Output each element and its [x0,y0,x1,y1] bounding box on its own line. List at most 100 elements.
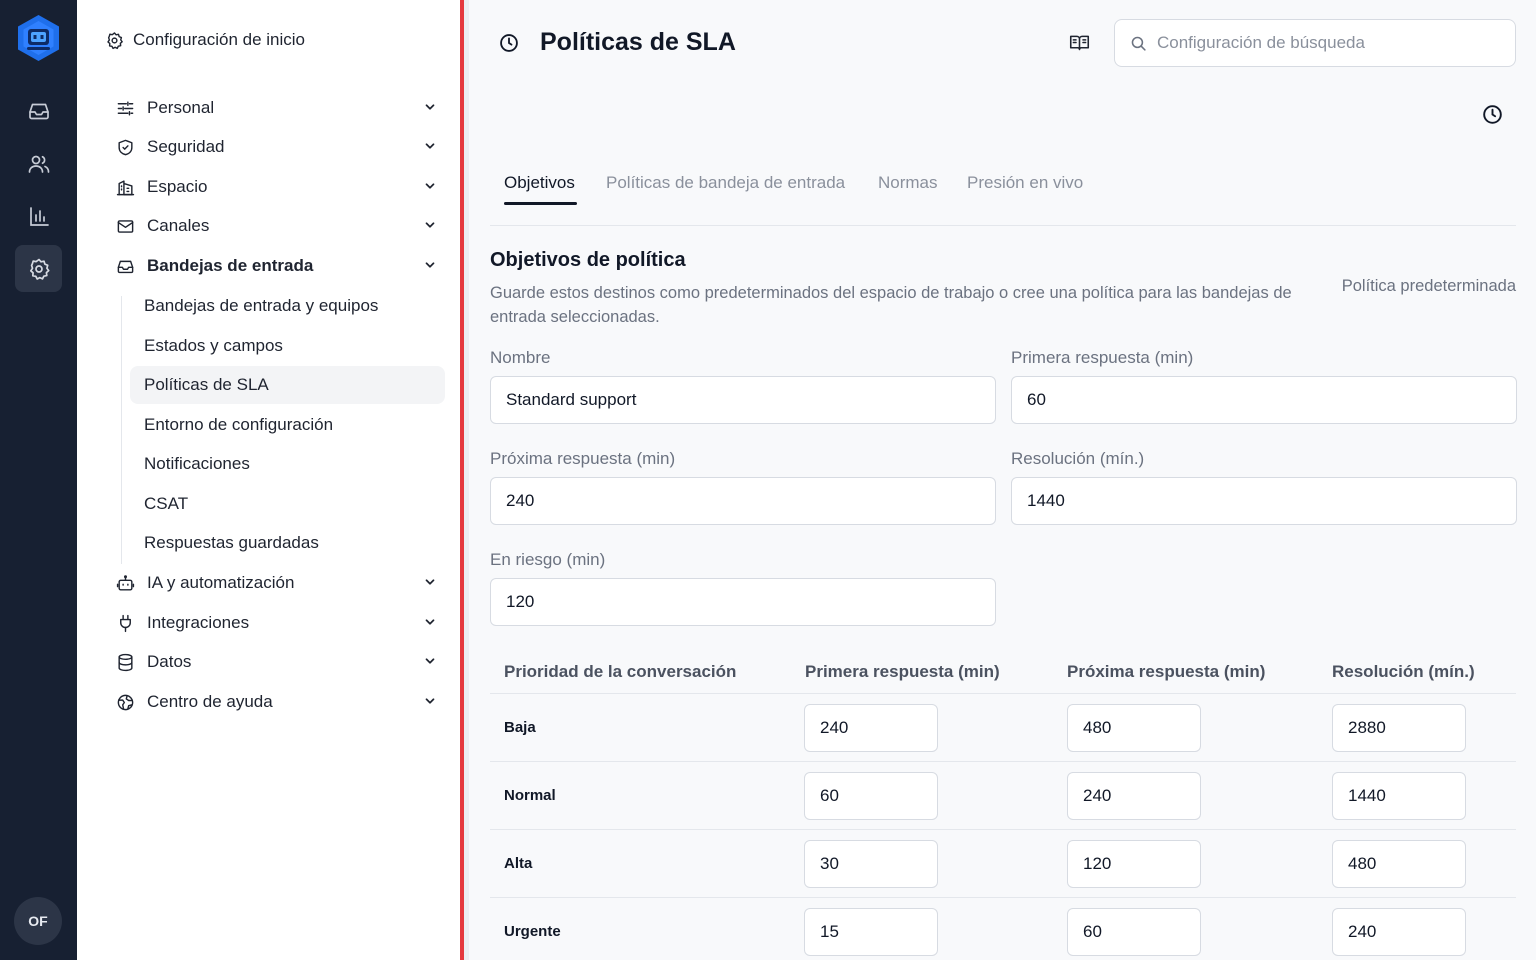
first-response-cell[interactable] [804,908,938,956]
resolution-cell[interactable] [1332,840,1466,888]
chevron-down-icon [425,183,435,189]
tab-rules[interactable]: Normas [878,173,938,193]
next-response-label: Próxima respuesta (min) [490,449,676,468]
sidebar-item-security[interactable]: Seguridad [115,130,437,164]
chevron-down-icon [425,104,435,110]
settings-sidebar: Configuración de inicio Personal Segurid… [77,0,460,960]
sidebar-item-label: Integraciones [147,613,250,632]
sidebar-item-help-center[interactable]: Centro de ayuda [115,685,437,719]
sidebar-item-integrations[interactable]: Integraciones [115,606,437,640]
sidebar-item-inboxes[interactable]: Bandejas de entrada [115,249,437,283]
first-response-field[interactable] [1011,376,1517,424]
next-response-cell[interactable] [1067,840,1201,888]
next-response-field[interactable] [490,477,996,525]
policy-name-field[interactable] [490,376,996,424]
table-header: Prioridad de la conversación Primera res… [490,648,1516,694]
sidebar-subitem-config-environment[interactable]: Entorno de configuración [130,406,445,444]
settings-home-label: Configuración de inicio [133,30,305,49]
tab-objectives[interactable]: Objetivos [504,173,575,193]
history-icon[interactable] [1482,104,1503,125]
column-header-resolution: Resolución (mín.) [1332,662,1475,681]
mail-icon [115,216,135,236]
rail-contacts-button[interactable] [15,140,62,187]
table-row: Alta [490,830,1516,898]
at-risk-label: En riesgo (min) [490,550,606,569]
submenu-guide-line [121,296,122,564]
chevron-down-icon [425,143,435,149]
resolution-cell[interactable] [1332,772,1466,820]
resolution-field[interactable] [1011,477,1517,525]
sidebar-subitem-notifications[interactable]: Notificaciones [130,445,445,483]
priority-label: Baja [504,719,536,736]
docs-book-icon[interactable] [1069,32,1090,53]
plug-icon [115,613,135,633]
user-avatar[interactable]: OF [14,897,62,945]
table-row: Baja [490,694,1516,762]
sidebar-subitem-inboxes-teams[interactable]: Bandejas de entrada y equipos [130,287,445,325]
sidebar-item-label: Personal [147,98,215,117]
next-response-cell[interactable] [1067,908,1201,956]
priority-label: Normal [504,787,556,804]
rail-reports-button[interactable] [15,193,62,240]
column-header-first-response: Primera respuesta (min) [805,662,1000,681]
chevron-down-icon [425,222,435,228]
sidebar-item-personal[interactable]: Personal [115,91,437,125]
next-response-cell[interactable] [1067,772,1201,820]
table-row: Urgente [490,898,1516,960]
at-risk-field[interactable] [490,578,996,626]
default-policy-link[interactable]: Política predeterminada [1342,277,1516,296]
shield-icon [115,137,135,157]
sidebar-item-ai-automation[interactable]: IA y automatización [115,566,437,600]
globe-icon [115,692,135,712]
sidebar-item-label: Canales [147,216,210,235]
next-response-cell[interactable] [1067,704,1201,752]
database-icon [115,652,135,672]
sidebar-item-channels[interactable]: Canales [115,209,437,243]
main-content: Políticas de SLA Objetivos Políticas de … [469,0,1536,960]
chevron-down-icon [425,698,435,704]
sidebar-item-label: Seguridad [147,137,225,156]
active-tab-indicator [504,202,577,205]
app-logo[interactable] [16,14,61,62]
tab-inbox-policies[interactable]: Políticas de bandeja de entrada [606,173,845,193]
sidebar-item-label: IA y automatización [147,573,295,592]
chevron-down-icon [425,579,435,585]
chevron-down-icon [425,619,435,625]
rail-inbox-button[interactable] [15,87,62,134]
first-response-cell[interactable] [804,840,938,888]
users-icon [28,155,49,173]
search-input[interactable] [1157,33,1497,53]
robot-icon [115,573,135,593]
sidebar-subitem-csat[interactable]: CSAT [130,485,445,523]
priority-label: Alta [504,855,533,872]
sidebar-subitem-saved-replies[interactable]: Respuestas guardadas [130,524,445,562]
search-icon [1131,36,1146,51]
sidebar-item-label: Centro de ayuda [147,692,273,711]
sidebar-item-label: Bandejas de entrada [147,256,314,275]
sidebar-item-data[interactable]: Datos [115,645,437,679]
sla-tabs: Objetivos Políticas de bandeja de entrad… [490,168,1516,226]
chevron-down-icon [425,262,435,268]
settings-icon [29,258,50,280]
inbox-icon [28,103,49,119]
settings-search[interactable] [1114,19,1516,67]
sidebar-item-workspace[interactable]: Espacio [115,170,437,204]
page-title: Políticas de SLA [540,28,736,56]
sidebar-item-label: Espacio [147,177,208,196]
first-response-cell[interactable] [804,704,938,752]
table-row: Normal [490,762,1516,830]
priority-label: Urgente [504,923,561,940]
sidebar-item-label: Datos [147,652,192,671]
sidebar-subitem-sla-policies[interactable]: Políticas de SLA [130,366,445,404]
resolution-cell[interactable] [1332,704,1466,752]
rail-settings-button[interactable] [15,245,62,292]
first-response-cell[interactable] [804,772,938,820]
inbox-icon [115,256,135,276]
chevron-down-icon [425,658,435,664]
tab-live-pressure[interactable]: Presión en vivo [967,173,1083,193]
bar-chart-icon [29,206,49,226]
settings-home-link[interactable]: Configuración de inicio [105,28,305,52]
resolution-cell[interactable] [1332,908,1466,956]
sidebar-subitem-states-fields[interactable]: Estados y campos [130,327,445,365]
clock-icon [500,34,518,52]
